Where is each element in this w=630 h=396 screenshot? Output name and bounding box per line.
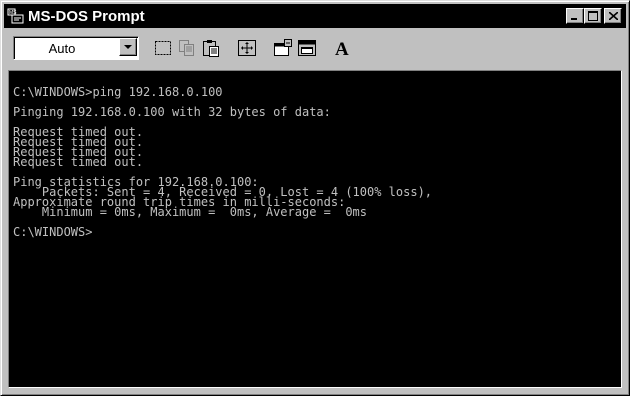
properties-button[interactable] — [271, 36, 295, 60]
background-button[interactable] — [295, 36, 319, 60]
msdos-window: MS MS-DOS Prompt Auto A C:\WINDOWS>ping … — [0, 0, 630, 396]
console-line: Request timed out. — [13, 155, 144, 169]
console-line: Minimum = 0ms, Maximum = 0ms, Average = … — [13, 205, 368, 219]
console-line: Pinging 192.168.0.100 with 32 bytes of d… — [13, 105, 331, 119]
maximize-icon — [588, 11, 598, 21]
paste-button[interactable] — [199, 36, 223, 60]
paste-icon — [203, 40, 219, 57]
font-button[interactable]: A — [331, 36, 355, 60]
window-title: MS-DOS Prompt — [28, 7, 145, 25]
window-controls — [566, 8, 622, 24]
copy-icon — [179, 40, 194, 56]
minimize-icon — [571, 18, 577, 20]
console-area[interactable]: C:\WINDOWS>ping 192.168.0.100 Pinging 192… — [8, 70, 622, 388]
mark-button[interactable] — [151, 36, 175, 60]
font-size-value: Auto — [48, 40, 76, 56]
chevron-down-icon — [124, 44, 132, 49]
fullscreen-icon — [238, 40, 256, 56]
font-button-glyph: A — [335, 39, 349, 58]
font-icon: A — [335, 39, 349, 58]
toolbar: Auto A — [4, 30, 626, 66]
properties-icon — [274, 39, 292, 56]
copy-button[interactable] — [175, 36, 199, 60]
maximize-button[interactable] — [584, 8, 602, 24]
background-icon — [298, 40, 316, 56]
msdos-icon[interactable]: MS — [7, 7, 25, 25]
minimize-button[interactable] — [566, 8, 584, 24]
font-size-select[interactable]: Auto — [13, 36, 139, 60]
console-line: C:\WINDOWS>ping 192.168.0.100 — [13, 85, 223, 99]
close-icon — [608, 12, 618, 20]
console-output: C:\WINDOWS>ping 192.168.0.100 Pinging 192… — [13, 85, 432, 239]
fullscreen-button[interactable] — [235, 36, 259, 60]
title-bar[interactable]: MS MS-DOS Prompt — [4, 4, 626, 28]
dropdown-button[interactable] — [119, 38, 137, 56]
console-line: C:\WINDOWS> — [13, 225, 93, 239]
close-button[interactable] — [604, 8, 622, 24]
mark-icon — [155, 41, 171, 55]
